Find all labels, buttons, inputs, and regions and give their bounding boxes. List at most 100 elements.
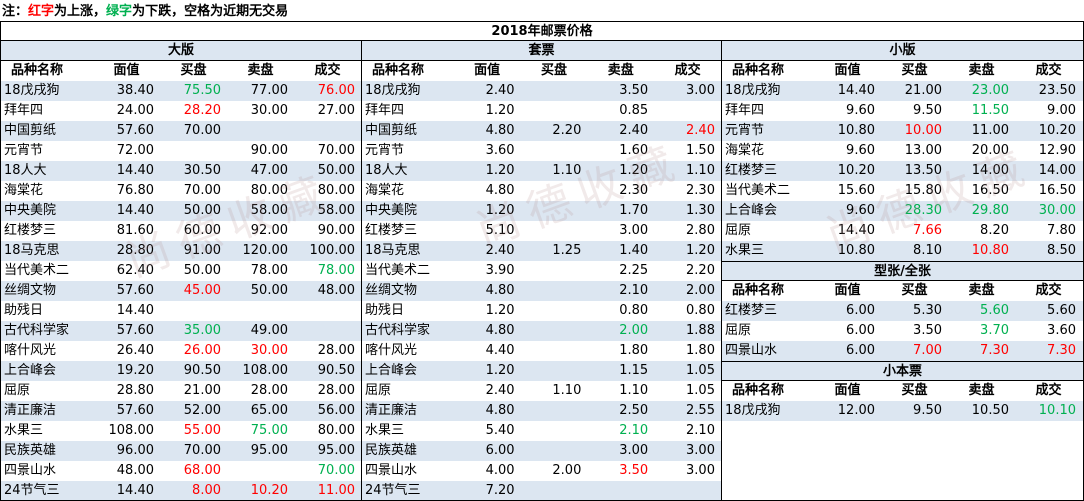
table-row: 红楼梦三 5.10 3.00 2.80 <box>362 221 721 241</box>
table-row: 红楼梦三 81.60 60.00 92.00 90.00 <box>1 221 361 241</box>
table-row: 元宵节 72.00 90.00 70.00 <box>1 141 361 161</box>
cell-name: 民族英雄 <box>4 443 57 458</box>
cell-name: 24节气三 <box>365 483 421 498</box>
cell-name: 18人大 <box>4 163 47 178</box>
cell-name: 屈原 <box>725 323 752 338</box>
cell-name: 水果三 <box>4 423 44 438</box>
table-row: 拜年四 24.00 28.20 30.00 27.00 <box>1 101 361 121</box>
table-row: 屈原 28.80 21.00 28.00 28.00 <box>1 381 361 401</box>
cell-face-value: 15.60 <box>837 183 875 198</box>
cell-face-value: 5.10 <box>485 223 515 238</box>
cell-face-value: 96.00 <box>116 443 154 458</box>
cell-face-value: 9.60 <box>846 203 875 218</box>
cell-deal: 70.00 <box>317 463 355 478</box>
cell-name: 中央美院 <box>4 203 57 218</box>
cell-bid: 70.00 <box>183 183 221 198</box>
cell-deal: 8.50 <box>1047 243 1076 258</box>
cell-ask: 1.80 <box>619 343 649 358</box>
cell-ask: 2.30 <box>619 183 649 198</box>
cell-face-value: 28.80 <box>116 383 154 398</box>
col-header-deal: 成交 <box>674 63 701 78</box>
cell-ask: 3.00 <box>619 223 649 238</box>
col-header-ask: 卖盘 <box>247 63 274 78</box>
cell-deal: 48.00 <box>317 283 355 298</box>
table-row: 古代科学家 4.80 2.00 1.88 <box>362 321 721 341</box>
col-header-face: 面值 <box>834 283 861 298</box>
table-row: 18马克思 28.80 91.00 120.00 100.00 <box>1 241 361 261</box>
table-row: 上合峰会 9.60 28.30 29.80 30.00 <box>722 201 1083 221</box>
table-row: 元宵节 3.60 1.60 1.50 <box>362 141 721 161</box>
table-row: 上合峰会 1.20 1.15 1.05 <box>362 361 721 381</box>
cell-name: 18马克思 <box>4 243 60 258</box>
cell-face-value: 10.80 <box>837 123 875 138</box>
note-mid2: 为下跌，空格为近期无交易 <box>132 4 289 19</box>
cell-name: 助残日 <box>365 303 405 318</box>
cell-ask: 58.00 <box>250 203 288 218</box>
col-header-deal: 成交 <box>1035 383 1062 398</box>
cell-deal: 3.00 <box>686 443 715 458</box>
cell-ask: 120.00 <box>242 243 289 258</box>
cell-face-value: 62.40 <box>116 263 154 278</box>
cell-bid <box>521 441 588 461</box>
section-title: 型张/全张 <box>722 261 1083 281</box>
col-header-ask: 卖盘 <box>607 63 634 78</box>
cell-ask: 11.50 <box>971 103 1009 118</box>
cell-name: 喀什风光 <box>365 343 418 358</box>
cell-face-value: 108.00 <box>108 423 155 438</box>
cell-face-value: 1.20 <box>485 363 515 378</box>
cell-deal: 95.00 <box>317 443 355 458</box>
cell-face-value: 4.80 <box>485 403 515 418</box>
cell-name: 古代科学家 <box>365 323 431 338</box>
table-row: 水果三 5.40 2.10 2.10 <box>362 421 721 441</box>
note-green-word: 绿字 <box>106 4 133 19</box>
cell-bid: 1.10 <box>552 383 582 398</box>
cell-ask: 1.10 <box>619 383 649 398</box>
cell-name: 四景山水 <box>725 343 778 358</box>
cell-face-value: 3.60 <box>485 143 515 158</box>
cell-deal: 28.00 <box>317 383 355 398</box>
cell-bid: 7.00 <box>913 343 942 358</box>
cell-name: 民族英雄 <box>365 443 418 458</box>
cell-name: 海棠花 <box>4 183 44 198</box>
cell-deal: 10.10 <box>1038 403 1076 418</box>
section-title: 套票 <box>362 41 721 61</box>
cell-name: 红楼梦三 <box>725 163 778 178</box>
cell-ask: 8.20 <box>980 223 1009 238</box>
cell-face-value: 6.00 <box>846 303 875 318</box>
table-row: 拜年四 1.20 0.85 <box>362 101 721 121</box>
cell-deal: 3.00 <box>686 463 715 478</box>
cell-ask: 10.50 <box>971 403 1009 418</box>
cell-ask <box>227 301 294 321</box>
cell-name: 古代科学家 <box>4 323 70 338</box>
cell-bid: 90.50 <box>183 363 221 378</box>
cell-deal: 78.00 <box>317 263 355 278</box>
col-header-face: 面值 <box>834 63 861 78</box>
col-header-ask: 卖盘 <box>968 383 995 398</box>
cell-deal: 70.00 <box>317 143 355 158</box>
table-row: 屈原 2.40 1.10 1.10 1.05 <box>362 381 721 401</box>
cell-bid: 91.00 <box>183 243 221 258</box>
cell-ask: 30.00 <box>250 103 288 118</box>
cell-face-value: 26.40 <box>116 343 154 358</box>
cell-ask: 3.50 <box>619 83 649 98</box>
col-header-bid: 买盘 <box>540 63 567 78</box>
cell-face-value: 9.60 <box>846 103 875 118</box>
col-header-deal: 成交 <box>1035 63 1062 78</box>
cell-name: 中央美院 <box>365 203 418 218</box>
table-row: 四景山水 6.00 7.00 7.30 7.30 <box>722 341 1083 361</box>
cell-face-value: 6.00 <box>846 323 875 338</box>
cell-ask: 3.70 <box>980 323 1009 338</box>
cell-bid: 21.00 <box>904 83 942 98</box>
cell-bid: 30.50 <box>183 163 221 178</box>
cell-name: 屈原 <box>725 223 752 238</box>
cell-ask: 29.80 <box>971 203 1009 218</box>
cell-deal <box>654 101 721 121</box>
cell-name: 四景山水 <box>4 463 57 478</box>
cell-deal: 5.60 <box>1047 303 1076 318</box>
section-title: 小本票 <box>722 361 1083 381</box>
rows-taopiao: 18戊戌狗 2.40 3.50 3.00 拜年四 1.20 0.85 中国剪纸 4.80 2.20… <box>362 81 721 500</box>
cell-name: 喀什风光 <box>4 343 57 358</box>
cell-bid: 1.10 <box>552 163 582 178</box>
cell-bid: 10.00 <box>904 123 942 138</box>
rows-xiaobenpiao: 18戊戌狗 12.00 9.50 10.50 10.10 <box>722 401 1083 421</box>
